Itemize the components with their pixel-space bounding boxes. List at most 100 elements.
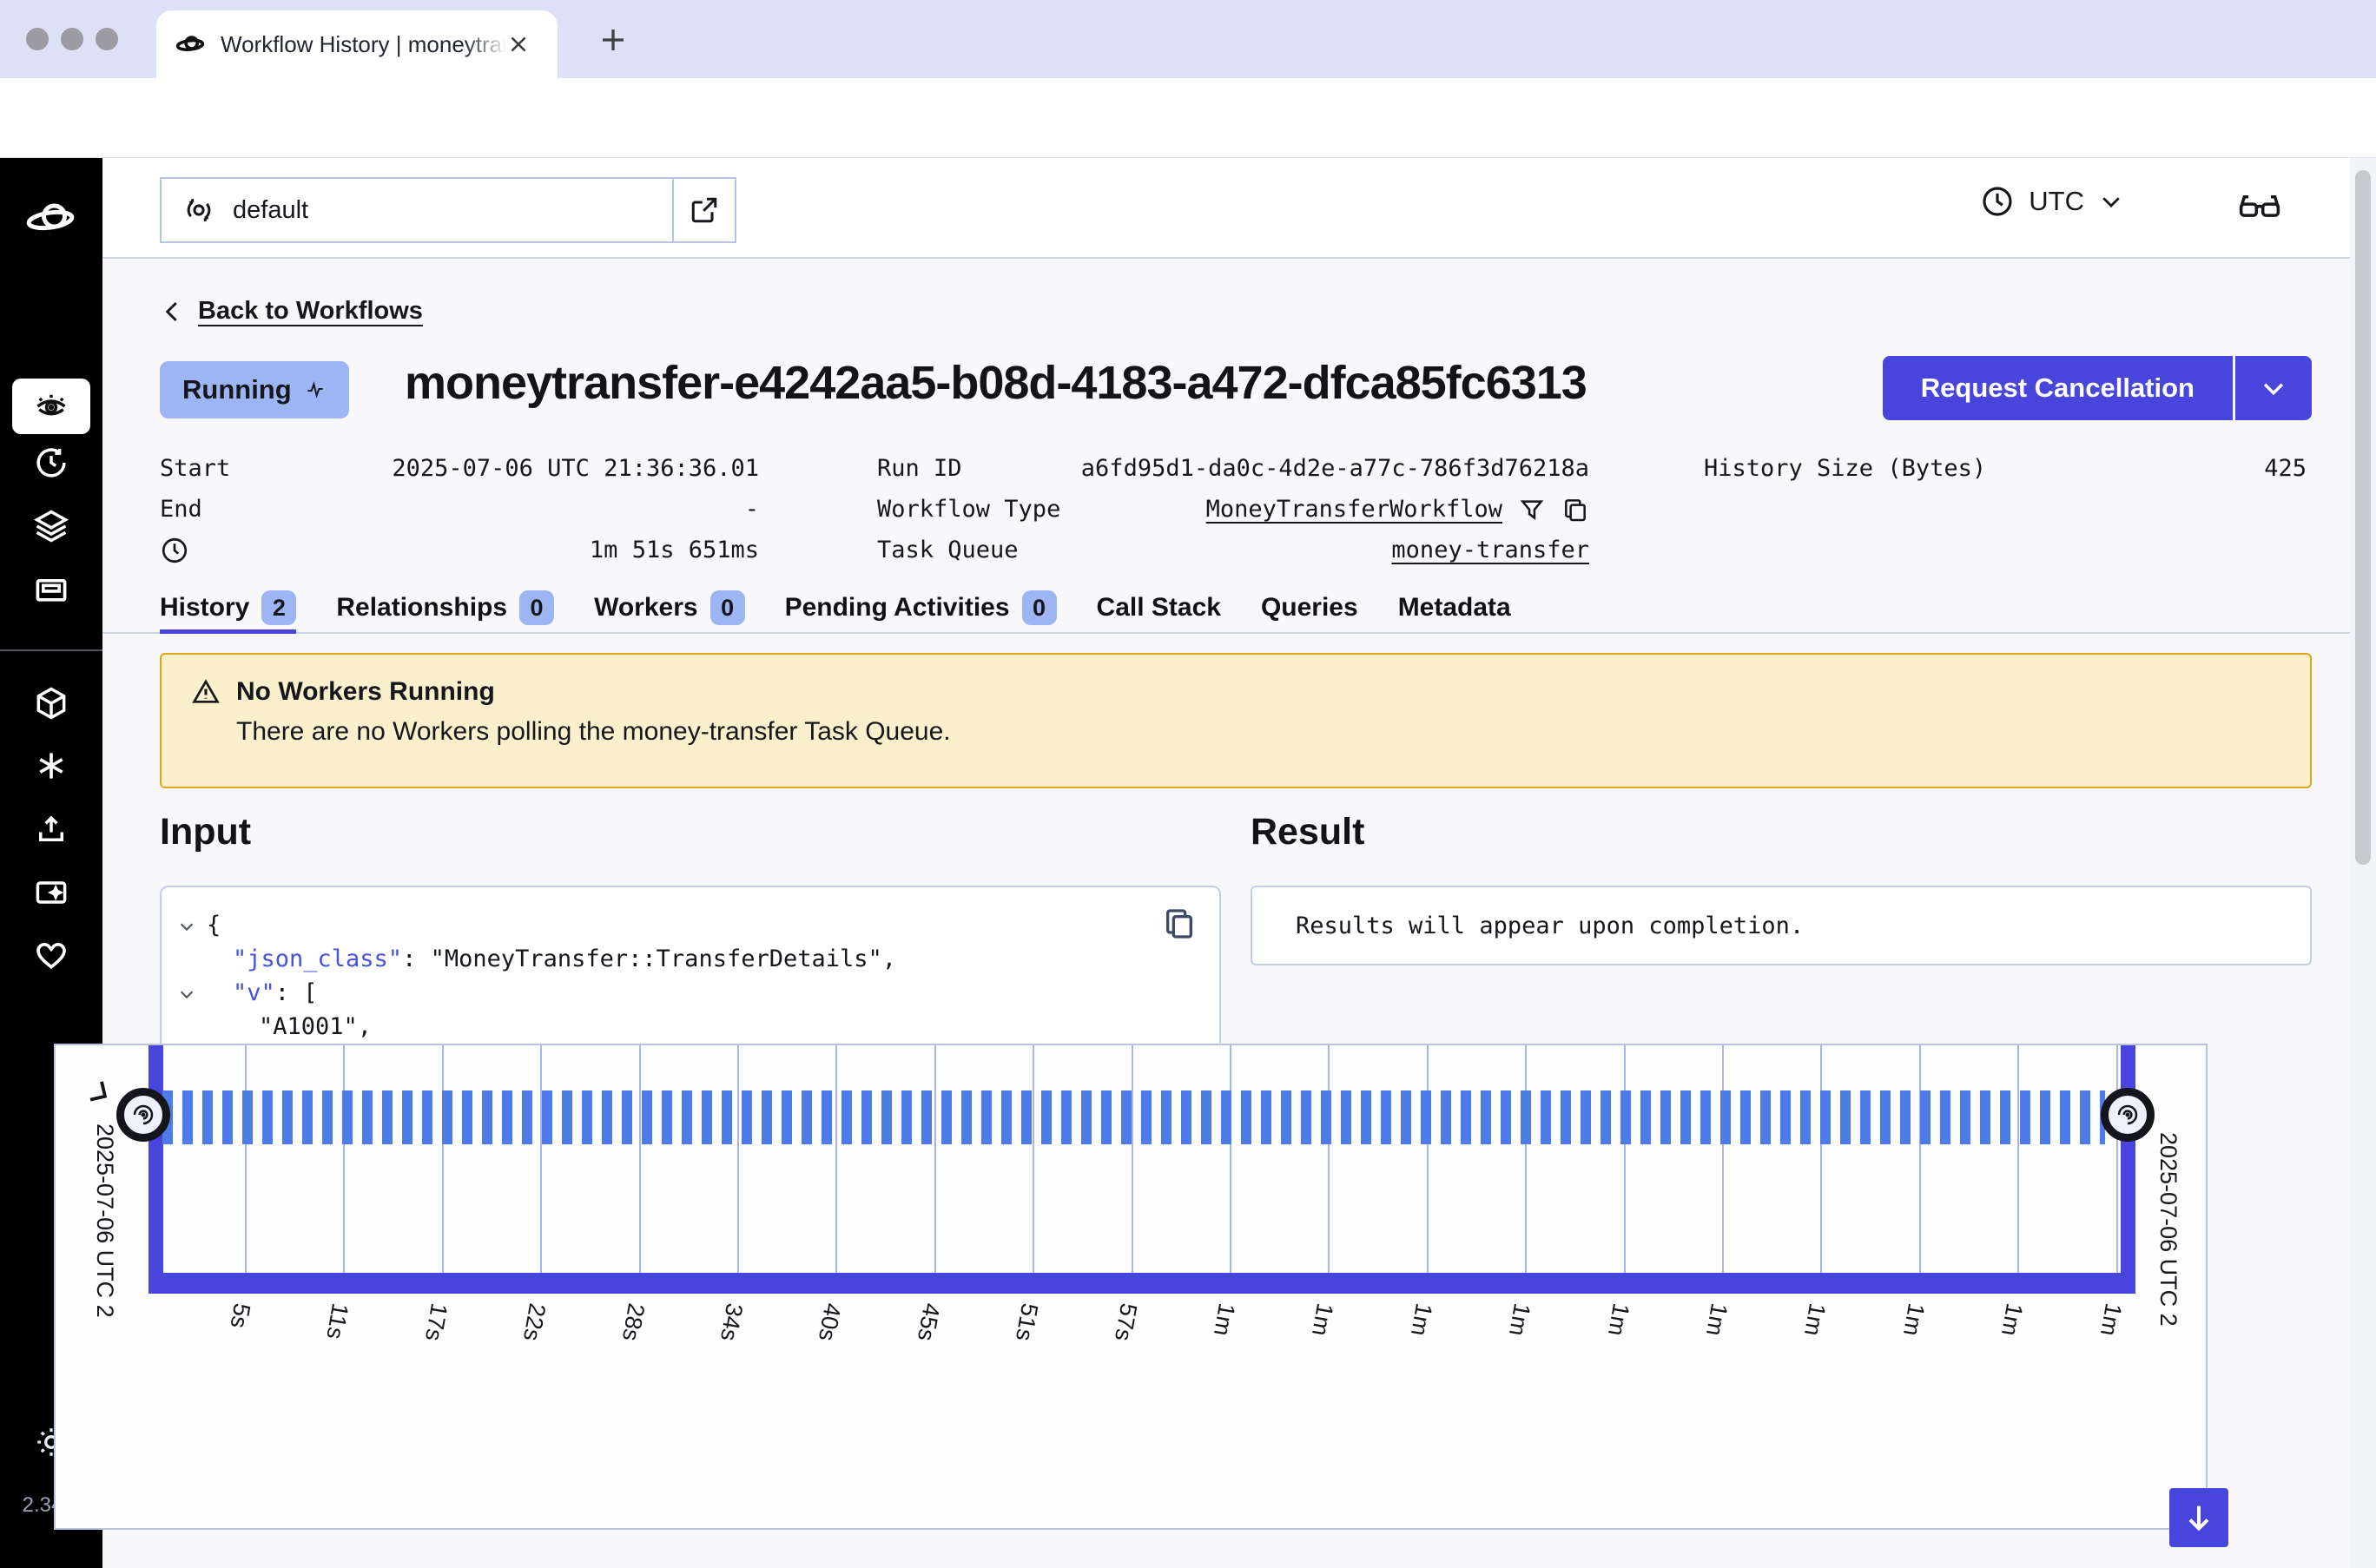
timeline-gridline [1624, 1045, 1626, 1273]
result-placeholder: Results will appear upon completion. [1296, 912, 1804, 939]
sidebar-item-feedback[interactable] [0, 936, 102, 974]
page-scrollbar[interactable] [2350, 158, 2376, 1568]
chevron-down-icon [2259, 373, 2288, 403]
event-history-timeline[interactable]: 2025-07-06 UTC 2 2025-07-06 UTC 2 5s11s1… [54, 1044, 2208, 1530]
timeline-gridline [737, 1045, 739, 1273]
input-heading: Input [160, 811, 251, 853]
tab-label: Queries [1261, 593, 1358, 623]
timeline-tick-label: 1m [1306, 1301, 1338, 1338]
timeline-tick-label: 1m [1503, 1301, 1535, 1338]
browser-tab[interactable]: Workflow History | moneytran [156, 10, 558, 78]
chevron-left-icon [160, 299, 186, 325]
app-header: default UTC [102, 158, 2376, 259]
status-badge[interactable]: Running [160, 361, 349, 418]
tab-count-badge: 0 [710, 590, 745, 625]
workflow-started-marker[interactable] [116, 1088, 170, 1142]
timeline-running-span[interactable] [162, 1090, 2105, 1144]
timeline-gridline [2017, 1045, 2019, 1273]
json-code-line: "A1001", [162, 1013, 1219, 1047]
timeline-gridline [639, 1045, 641, 1273]
timeline-gridline [1328, 1045, 1330, 1273]
sidebar-item-namespaces[interactable] [0, 507, 102, 545]
copy-input-icon[interactable] [1162, 906, 1197, 941]
filter-icon[interactable] [1518, 496, 1546, 524]
timeline-gridline [2116, 1045, 2118, 1273]
timeline-tick-label: 1m [1798, 1301, 1831, 1338]
timeline-end-bar [2121, 1045, 2135, 1294]
tab-pending-activities[interactable]: Pending Activities 0 [785, 583, 1057, 632]
history-size-value: 425 [2264, 455, 2307, 482]
tab-label: Call Stack [1097, 593, 1221, 623]
end-label: End [160, 496, 202, 523]
tab-label: History [160, 593, 249, 623]
warning-message: There are no Workers polling the money-t… [191, 717, 2280, 747]
tab-call-stack[interactable]: Call Stack [1097, 583, 1221, 632]
back-to-workflows-link[interactable]: Back to Workflows [160, 297, 423, 326]
tab-count-badge: 0 [1022, 590, 1057, 625]
page-scrollbar-thumb[interactable] [2355, 170, 2371, 865]
tab-history[interactable]: History2 [160, 583, 296, 632]
timeline-gridline [540, 1045, 542, 1273]
task-queue-link[interactable]: money-transfer [1391, 537, 1589, 563]
new-tab-button[interactable] [597, 24, 629, 56]
window-zoom-button[interactable] [96, 28, 118, 50]
task-queue-label: Task Queue [877, 537, 1019, 563]
workflow-type-label: Workflow Type [877, 496, 1060, 523]
window-close-button[interactable] [26, 28, 49, 50]
tab-metadata[interactable]: Metadata [1398, 583, 1511, 632]
sidebar-item-import[interactable] [0, 811, 102, 847]
run-id-label: Run ID [877, 455, 962, 482]
labs-glasses-icon[interactable] [2237, 186, 2282, 226]
tab-queries[interactable]: Queries [1261, 583, 1358, 632]
sidebar-item-batch-operations[interactable] [0, 747, 102, 785]
timeline-start-bar [148, 1045, 163, 1294]
chevron-down-icon [2098, 188, 2124, 214]
timeline-gridline [1033, 1045, 1034, 1273]
window-minimize-button[interactable] [61, 28, 83, 50]
cancellation-dropdown-button[interactable] [2235, 356, 2312, 420]
tab-label: Metadata [1398, 593, 1511, 623]
request-cancellation-button[interactable]: Request Cancellation [1883, 356, 2233, 420]
tab-label: Relationships [336, 593, 507, 623]
tab-label: Pending Activities [785, 593, 1010, 623]
sidebar-item-archival[interactable] [0, 570, 102, 608]
tab-workers[interactable]: Workers0 [594, 583, 745, 632]
tab-close-icon[interactable] [507, 33, 530, 56]
tab-title: Workflow History | moneytran [221, 31, 507, 58]
timeline-tick-label: 40s [813, 1301, 846, 1343]
sidebar-item-schedules[interactable] [0, 445, 102, 481]
timeline-gridline [934, 1045, 936, 1273]
namespace-external-link-button[interactable] [674, 177, 736, 243]
arrow-down-icon [2181, 1500, 2216, 1535]
copy-icon[interactable] [1561, 496, 1589, 524]
timeline-tick-label: 34s [715, 1301, 748, 1343]
collapse-chevron-icon[interactable] [177, 985, 196, 1004]
timeline-gridline [245, 1045, 247, 1273]
workflow-type-link[interactable]: MoneyTransferWorkflow [1206, 496, 1502, 523]
json-code-line: { [162, 912, 1219, 945]
browser-tabstrip: Workflow History | moneytran [0, 0, 2376, 78]
warning-title: No Workers Running [236, 677, 495, 707]
result-heading: Result [1251, 811, 1364, 853]
timeline-tick-label: 51s [1010, 1301, 1043, 1343]
timeline-gridline [343, 1045, 345, 1273]
sidebar-divider [0, 649, 102, 651]
namespace-selector[interactable]: default [160, 177, 674, 243]
workflow-latest-event-marker[interactable] [2101, 1088, 2155, 1142]
temporal-logo-icon[interactable] [0, 193, 102, 245]
no-workers-warning: No Workers Running There are no Workers … [160, 653, 2312, 788]
workflow-tabbar: History2Relationships0Workers0Pending Ac… [102, 583, 2376, 634]
tab-relationships[interactable]: Relationships0 [336, 583, 554, 632]
browser-navbar: localhost:8080/namespaces/default/workfl… [0, 78, 2376, 158]
timeline-gridline [1722, 1045, 1724, 1273]
sidebar-item-labs[interactable] [0, 873, 102, 912]
timezone-selector[interactable]: UTC [1980, 184, 2124, 219]
sidebar-item-workflows[interactable] [12, 379, 90, 434]
timeline-gridline [442, 1045, 444, 1273]
timeline-tick-label: 1m [1996, 1301, 2028, 1338]
scroll-to-bottom-button[interactable] [2169, 1488, 2228, 1547]
timeline-gridline [1820, 1045, 1822, 1273]
collapse-chevron-icon[interactable] [177, 917, 196, 936]
duration-clock-icon [160, 536, 189, 565]
sidebar-item-nexus[interactable] [0, 684, 102, 722]
